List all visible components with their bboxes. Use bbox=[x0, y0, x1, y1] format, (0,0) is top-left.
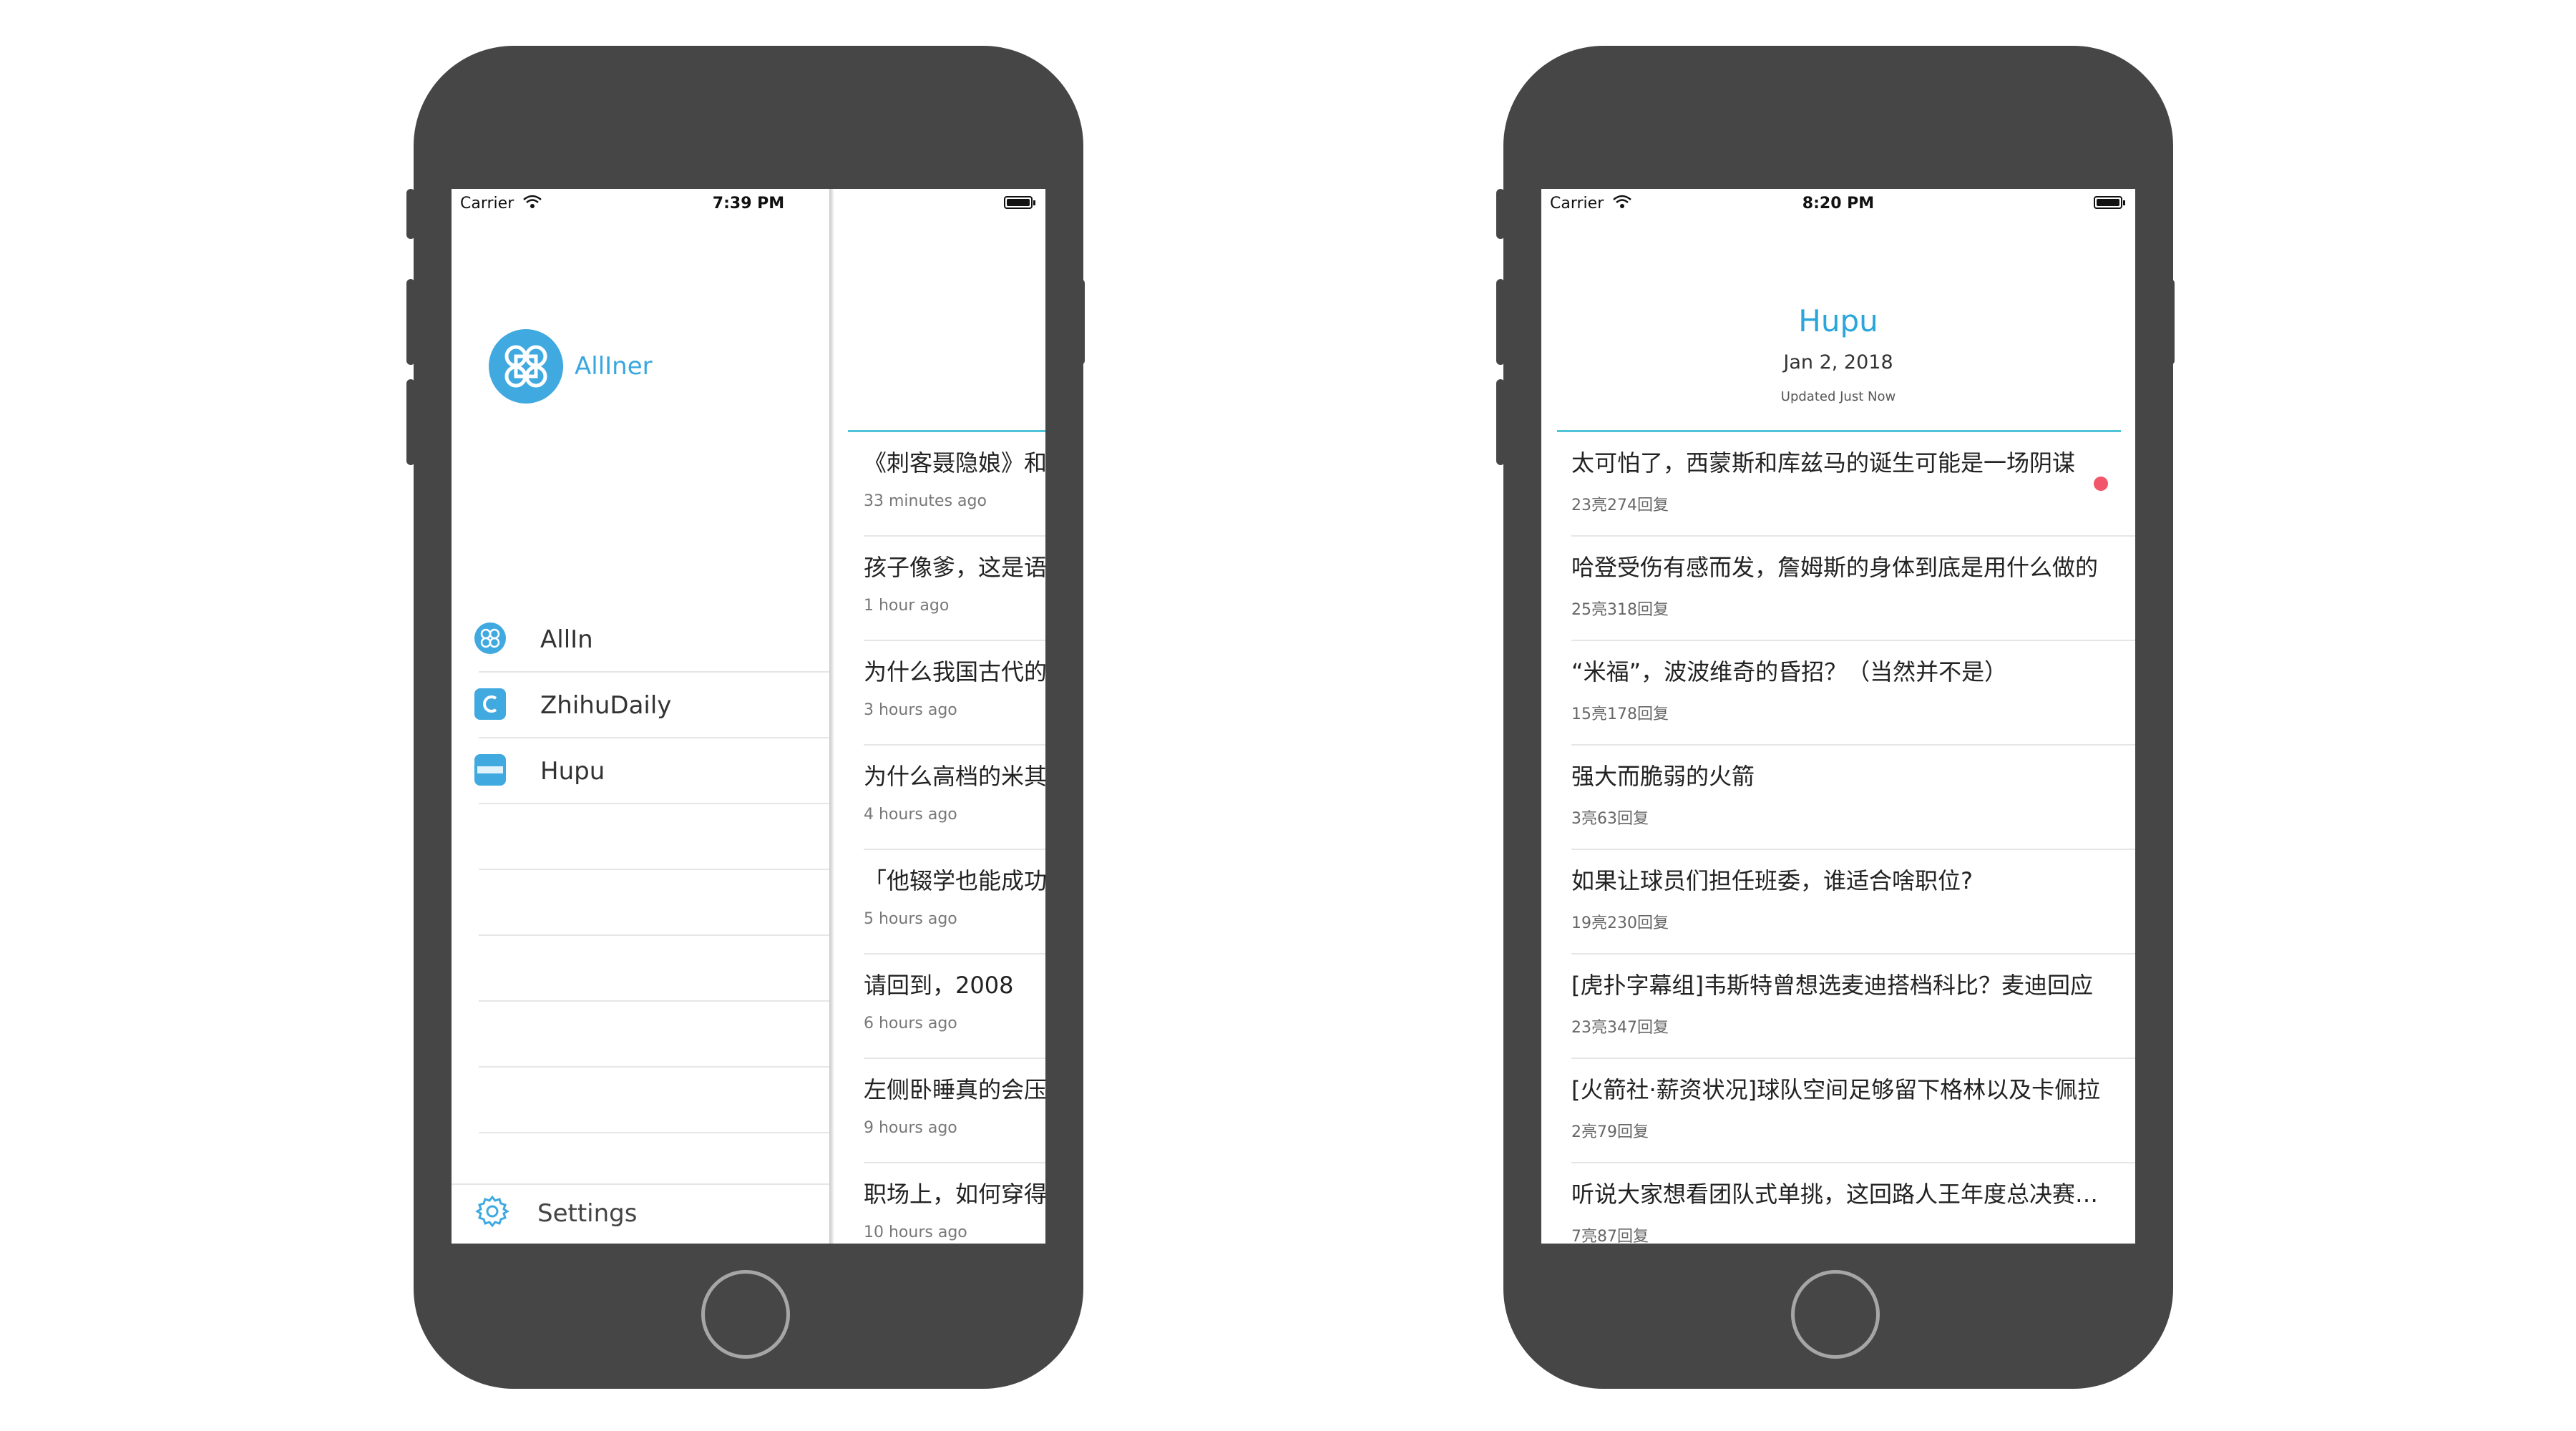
side-menu: AllIner AllIn ZhihuDaily Hupu Settings bbox=[452, 189, 829, 1244]
list-item[interactable]: 哈登受伤有感而发，詹姆斯的身体到底是用什么做的 25亮318回复 bbox=[1541, 537, 2135, 641]
status-bar: Carrier 8:20 PM bbox=[1541, 189, 2135, 220]
item-title: 太可怕了，西蒙斯和库兹马的诞生可能是一场阴谋 bbox=[1571, 449, 2076, 477]
item-time: 4 hours ago bbox=[864, 806, 957, 824]
menu-divider bbox=[479, 934, 829, 936]
item-title: 职场上，如何穿得 bbox=[864, 1181, 1045, 1208]
home-button[interactable] bbox=[701, 1270, 790, 1359]
list-item[interactable]: [虎扑字幕组]韦斯特曾想选麦迪搭档科比？麦迪回应 23亮347回复 bbox=[1541, 954, 2135, 1059]
item-time: 5 hours ago bbox=[864, 910, 957, 928]
main-feed-peek[interactable]: 《刺客聂隐娘》和 33 minutes ago 孩子像爹，这是语 1 hour … bbox=[834, 189, 1045, 1244]
volume-down-button bbox=[1496, 379, 1505, 465]
item-title: 为什么高档的米其 bbox=[864, 763, 1045, 790]
menu-divider bbox=[479, 803, 829, 804]
item-meta: 7亮87回复 bbox=[1571, 1228, 1649, 1244]
mute-switch bbox=[406, 189, 415, 239]
battery-icon bbox=[1004, 196, 1035, 209]
item-title: 孩子像爹，这是语 bbox=[864, 554, 1045, 581]
power-button bbox=[2166, 279, 2175, 365]
item-time: 6 hours ago bbox=[864, 1015, 957, 1032]
item-time: 1 hour ago bbox=[864, 597, 950, 615]
brand-logo-icon bbox=[489, 329, 563, 404]
list-item[interactable]: 听说大家想看团队式单挑，这回路人王年度总决赛来了 7亮87回复 bbox=[1541, 1163, 2135, 1244]
menu-item-zhihudaily[interactable]: ZhihuDaily bbox=[472, 673, 829, 737]
clock: 8:20 PM bbox=[1802, 195, 1875, 213]
list-item[interactable]: 为什么我国古代的 3 hours ago bbox=[834, 641, 1045, 746]
volume-up-button bbox=[406, 279, 415, 365]
volume-down-button bbox=[406, 379, 415, 465]
item-title: [虎扑字幕组]韦斯特曾想选麦迪搭档科比？麦迪回应 bbox=[1571, 972, 2093, 999]
feed-date: Jan 2, 2018 bbox=[1783, 351, 1893, 373]
screen-right: Hupu Jan 2, 2018 Updated Just Now 太可怕了，西… bbox=[1541, 189, 2135, 1244]
list-item[interactable]: 左侧卧睡真的会压 9 hours ago bbox=[834, 1059, 1045, 1163]
item-title: 如果让球员们担任班委，谁适合啥职位? bbox=[1571, 867, 1973, 894]
screen-left: AllIner AllIn ZhihuDaily Hupu Settings 《… bbox=[452, 189, 1045, 1244]
menu-item-label: ZhihuDaily bbox=[540, 691, 672, 720]
item-meta: 15亮178回复 bbox=[1571, 705, 1669, 723]
list-item[interactable]: 孩子像爹，这是语 1 hour ago bbox=[834, 537, 1045, 641]
hupu-icon bbox=[474, 754, 506, 786]
item-title: 强大而脆弱的火箭 bbox=[1571, 763, 1755, 790]
list-item[interactable]: 「他辍学也能成功 5 hours ago bbox=[834, 850, 1045, 954]
item-meta: 19亮230回复 bbox=[1571, 914, 1669, 932]
item-title: 「他辍学也能成功 bbox=[864, 867, 1045, 894]
list-item[interactable]: [火箭社·薪资状况]球队空间足够留下格林以及卡佩拉 2亮79回复 bbox=[1541, 1059, 2135, 1163]
volume-up-button bbox=[1496, 279, 1505, 365]
item-time: 3 hours ago bbox=[864, 701, 957, 719]
item-title: 为什么我国古代的 bbox=[864, 658, 1045, 685]
item-time: 10 hours ago bbox=[864, 1224, 967, 1241]
phone-frame-left: AllIner AllIn ZhihuDaily Hupu Settings 《… bbox=[406, 46, 1085, 1389]
gear-icon bbox=[474, 1193, 510, 1229]
phone-frame-right: Hupu Jan 2, 2018 Updated Just Now 太可怕了，西… bbox=[1496, 46, 2175, 1389]
page-title: Hupu bbox=[1798, 303, 1878, 338]
item-time: 33 minutes ago bbox=[864, 492, 987, 510]
item-title: 左侧卧睡真的会压 bbox=[864, 1076, 1045, 1103]
home-button[interactable] bbox=[1791, 1270, 1880, 1359]
list-item[interactable]: 职场上，如何穿得 10 hours ago bbox=[834, 1163, 1045, 1244]
item-title: [火箭社·薪资状况]球队空间足够留下格林以及卡佩拉 bbox=[1571, 1076, 2101, 1103]
settings-label: Settings bbox=[537, 1199, 638, 1228]
item-meta: 23亮274回复 bbox=[1571, 497, 1669, 514]
battery-icon bbox=[2094, 196, 2125, 209]
item-time: 9 hours ago bbox=[864, 1119, 957, 1137]
item-meta: 23亮347回复 bbox=[1571, 1019, 1669, 1037]
item-title: 听说大家想看团队式单挑，这回路人王年度总决赛来了 bbox=[1571, 1181, 2102, 1208]
list-item[interactable]: 如果让球员们担任班委，谁适合啥职位? 19亮230回复 bbox=[1541, 850, 2135, 954]
list-item[interactable]: 请回到，2008 6 hours ago bbox=[834, 954, 1045, 1059]
clock: 7:39 PM bbox=[712, 195, 785, 213]
menu-divider bbox=[479, 1132, 829, 1133]
item-meta: 2亮79回复 bbox=[1571, 1123, 1649, 1141]
list-item[interactable]: 为什么高档的米其 4 hours ago bbox=[834, 746, 1045, 850]
menu-item-allin[interactable]: AllIn bbox=[472, 607, 829, 671]
menu-divider bbox=[479, 1000, 829, 1002]
item-meta: 25亮318回复 bbox=[1571, 601, 1669, 619]
list-item[interactable]: 强大而脆弱的火箭 3亮63回复 bbox=[1541, 746, 2135, 850]
menu-divider bbox=[479, 869, 829, 870]
list-item[interactable]: 《刺客聂隐娘》和 33 minutes ago bbox=[834, 432, 1045, 537]
power-button bbox=[1076, 279, 1085, 365]
menu-item-label: AllIn bbox=[540, 625, 593, 654]
item-title: 《刺客聂隐娘》和 bbox=[864, 449, 1045, 477]
settings-button[interactable]: Settings bbox=[472, 1185, 829, 1242]
menu-item-label: Hupu bbox=[540, 757, 605, 786]
menu-item-hupu[interactable]: Hupu bbox=[472, 738, 829, 803]
mute-switch bbox=[1496, 189, 1505, 239]
item-meta: 3亮63回复 bbox=[1571, 810, 1649, 828]
zhihu-daily-icon bbox=[474, 688, 506, 720]
allin-logo-icon bbox=[474, 622, 506, 654]
list-item[interactable]: 太可怕了，西蒙斯和库兹马的诞生可能是一场阴谋 23亮274回复 bbox=[1541, 432, 2135, 537]
status-bar: Carrier 7:39 PM bbox=[452, 189, 1045, 220]
item-title: “米福”，波波维奇的昏招？（当然并不是） bbox=[1571, 658, 2008, 685]
menu-divider bbox=[479, 1066, 829, 1068]
item-title: 请回到，2008 bbox=[864, 972, 1014, 999]
list-item[interactable]: “米福”，波波维奇的昏招？（当然并不是） 15亮178回复 bbox=[1541, 641, 2135, 746]
updated-label: Updated Just Now bbox=[1780, 389, 1896, 404]
unread-indicator bbox=[2094, 477, 2108, 491]
item-title: 哈登受伤有感而发，詹姆斯的身体到底是用什么做的 bbox=[1571, 554, 2099, 581]
brand-name: AllIner bbox=[575, 352, 653, 381]
